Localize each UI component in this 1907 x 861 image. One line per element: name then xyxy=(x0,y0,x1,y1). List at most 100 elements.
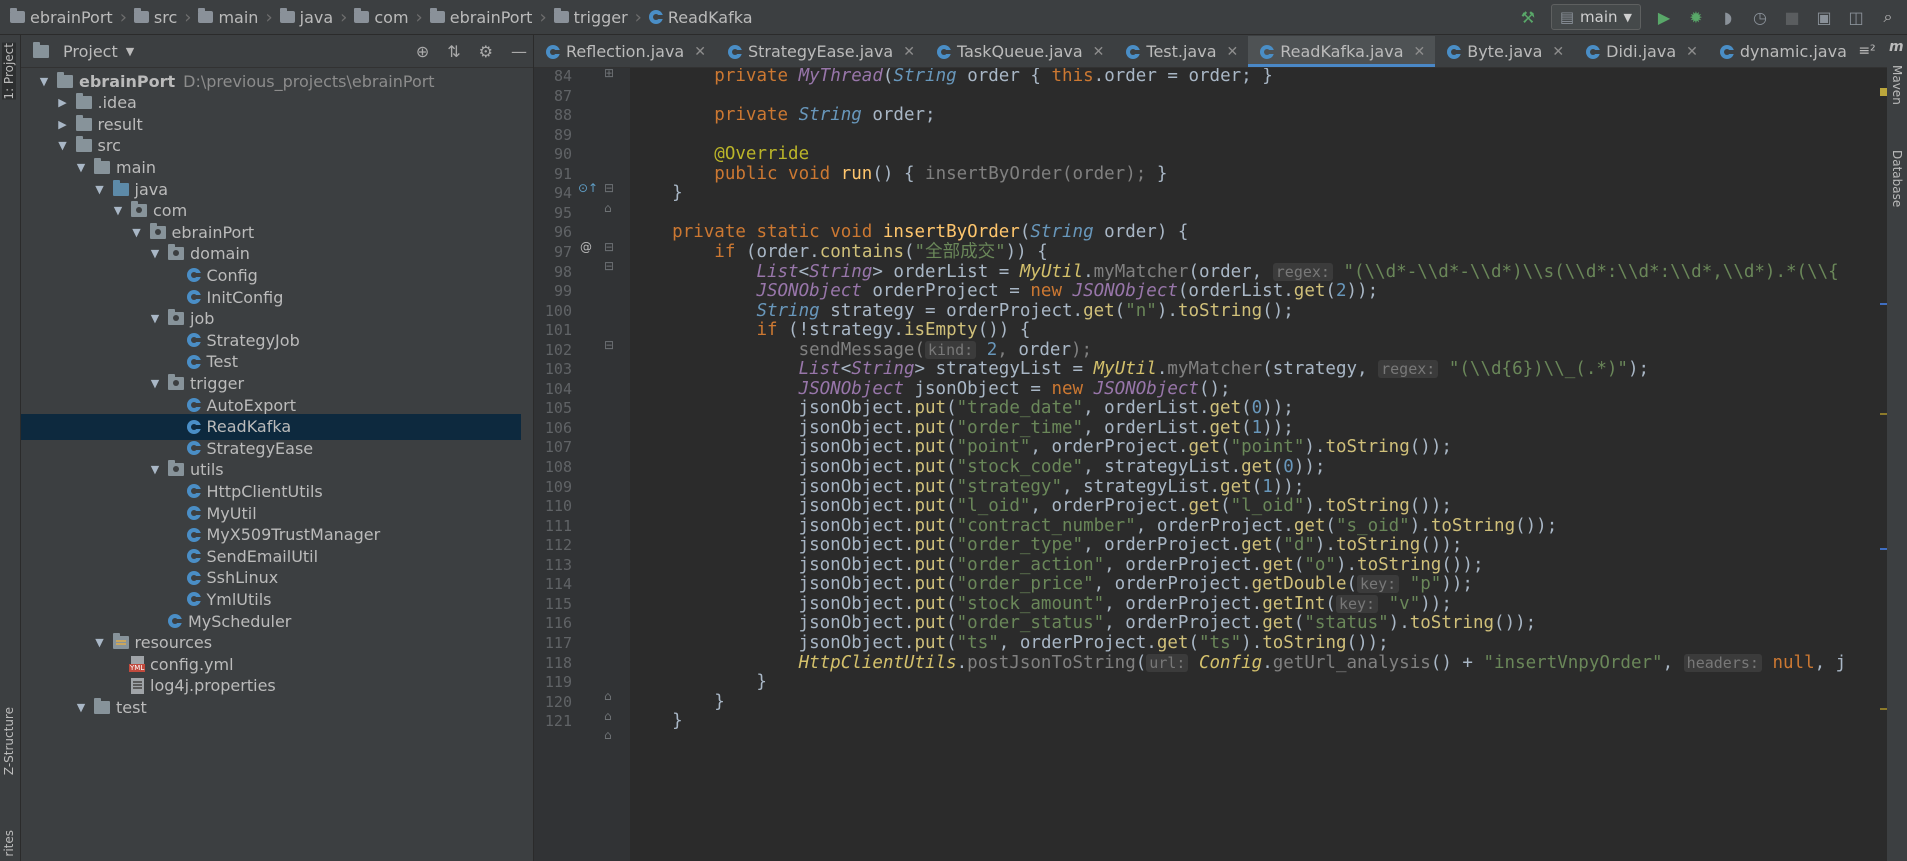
run-configuration-select[interactable]: ▤ main ▼ xyxy=(1550,4,1641,30)
code-token: order xyxy=(967,68,1020,86)
class-icon xyxy=(1719,44,1734,59)
code-token: "(\\d*-\\d*-\\d*)\\s(\\d*:\\d*:\\d*,\\d*… xyxy=(1332,261,1839,282)
run-config-icon: ▤ xyxy=(1559,8,1575,26)
maven-tool-button[interactable]: Maven xyxy=(1890,65,1904,105)
fold-icon[interactable]: ⊟ xyxy=(604,338,614,352)
fold-icon[interactable]: ⊟ xyxy=(604,240,614,254)
tree-item-label: .idea xyxy=(97,93,137,113)
breadcrumb-item[interactable]: src xyxy=(130,8,181,27)
expanded-arrow-icon[interactable]: ▼ xyxy=(93,636,107,649)
class-icon xyxy=(186,398,201,412)
close-icon[interactable]: ✕ xyxy=(1552,44,1564,60)
package-icon xyxy=(168,309,184,326)
expanded-arrow-icon[interactable]: ▼ xyxy=(74,161,88,174)
expanded-arrow-icon[interactable]: ▼ xyxy=(56,139,70,152)
expanded-arrow-icon[interactable]: ▼ xyxy=(148,312,162,325)
expanded-arrow-icon[interactable]: ▼ xyxy=(111,204,125,217)
build-hammer-icon[interactable]: ⚒ xyxy=(1519,8,1537,27)
class-icon xyxy=(186,484,201,499)
expanded-arrow-icon[interactable]: ▼ xyxy=(130,226,144,239)
tab-readkafka[interactable]: ReadKafka.java ✕ xyxy=(1248,36,1436,67)
tree-item[interactable]: ▼ test xyxy=(21,694,521,720)
locate-icon[interactable]: ⊕ xyxy=(416,42,429,61)
tab-test[interactable]: Test.java ✕ xyxy=(1114,36,1248,67)
tab-overflow-button[interactable]: ≡² xyxy=(1847,35,1887,66)
project-tool-button[interactable]: 1: Project xyxy=(2,43,16,100)
fold-icon[interactable]: ⊟ xyxy=(604,259,614,273)
recursion-marker-icon[interactable]: @ xyxy=(580,240,592,254)
tree-item-label: ReadKafka xyxy=(206,417,292,437)
code-view[interactable]: private MyThread(String order { this.ord… xyxy=(630,68,1880,861)
expanded-arrow-icon[interactable]: ▼ xyxy=(148,377,162,390)
search-icon[interactable]: ⌕ xyxy=(1879,7,1897,26)
breadcrumb-item[interactable]: java xyxy=(276,8,338,27)
breadcrumb-item[interactable]: ReadKafka xyxy=(645,8,757,27)
stop-icon[interactable]: ■ xyxy=(1783,8,1801,27)
class-icon xyxy=(186,506,201,520)
code-token: MyThread xyxy=(798,68,883,86)
tree-item-label: config.yml xyxy=(150,654,234,674)
layout-icon[interactable]: ◫ xyxy=(1847,8,1865,27)
close-icon[interactable]: ✕ xyxy=(1093,44,1105,60)
coverage-icon[interactable]: ◗ xyxy=(1719,8,1737,27)
code-token: .order = xyxy=(1093,68,1189,86)
expanded-arrow-icon[interactable]: ▼ xyxy=(148,463,162,476)
tab-taskqueue[interactable]: TaskQueue.java ✕ xyxy=(925,36,1114,67)
close-icon[interactable]: ✕ xyxy=(1227,44,1239,60)
class-icon xyxy=(186,549,201,564)
class-icon xyxy=(546,44,560,59)
expanded-arrow-icon[interactable]: ▼ xyxy=(74,701,88,714)
class-icon xyxy=(1586,44,1601,59)
code-token: ( xyxy=(1114,300,1126,321)
tab-didi[interactable]: Didi.java ✕ xyxy=(1574,36,1708,67)
collapsed-arrow-icon[interactable]: ▶ xyxy=(56,118,70,131)
tab-reflection[interactable]: Reflection.java ✕ xyxy=(534,36,716,67)
breadcrumb-item[interactable]: trigger xyxy=(550,8,632,27)
profile-icon[interactable]: ◷ xyxy=(1751,8,1769,27)
tab-label: Byte.java xyxy=(1467,42,1543,61)
tree-item-label: ebrainPort xyxy=(171,222,255,242)
code-token: , xyxy=(1662,652,1684,673)
code-token: () { xyxy=(872,163,926,184)
right-tool-strip: m Maven Database xyxy=(1886,35,1907,861)
stripe-mark xyxy=(1880,548,1887,550)
run-icon[interactable]: ▶ xyxy=(1655,8,1673,27)
breadcrumb-item[interactable]: com xyxy=(350,8,412,27)
debug-icon[interactable]: ✹ xyxy=(1687,8,1705,27)
structure-tool-button[interactable]: Z-Structure xyxy=(2,707,16,775)
breadcrumb-item[interactable]: ebrainPort xyxy=(426,8,537,27)
collapse-all-icon[interactable]: ⇅ xyxy=(447,42,460,61)
fold-icon[interactable]: ⊟ xyxy=(604,181,614,195)
override-marker-icon[interactable]: ⊙↑ xyxy=(578,181,598,195)
expanded-arrow-icon[interactable]: ▼ xyxy=(93,183,107,196)
tree-item-label: MyUtil xyxy=(206,503,257,523)
gear-icon[interactable]: ⚙ xyxy=(479,42,493,61)
fold-icon[interactable]: ⌂ xyxy=(604,201,612,215)
close-icon[interactable]: ✕ xyxy=(694,44,706,60)
favorites-tool-button[interactable]: rites xyxy=(2,830,16,857)
expanded-arrow-icon[interactable]: ▼ xyxy=(37,75,51,88)
close-icon[interactable]: ✕ xyxy=(1686,44,1698,60)
stripe-mark xyxy=(1880,708,1887,710)
project-view-selector[interactable]: Project ▼ xyxy=(33,41,134,61)
fold-icon[interactable]: ⌂ xyxy=(604,709,612,723)
code-token: "(\\d{6})\\_(.*)" xyxy=(1438,359,1628,380)
project-structure-icon[interactable]: ▣ xyxy=(1815,8,1833,27)
tab-byte[interactable]: Byte.java ✕ xyxy=(1435,36,1574,67)
tab-strategyease[interactable]: StrategyEase.java ✕ xyxy=(716,36,925,67)
tree-item-label: src xyxy=(97,136,121,156)
collapsed-arrow-icon[interactable]: ▶ xyxy=(56,96,70,109)
code-token: toString xyxy=(1409,613,1495,634)
breadcrumb-item[interactable]: main xyxy=(194,8,262,27)
expanded-arrow-icon[interactable]: ▼ xyxy=(148,247,162,260)
fold-icon[interactable]: ⌂ xyxy=(604,728,612,742)
code-token: order; xyxy=(872,105,936,126)
fold-icon[interactable]: ⌂ xyxy=(604,689,612,703)
close-icon[interactable]: ✕ xyxy=(903,44,915,60)
breadcrumb-item[interactable]: ebrainPort xyxy=(6,8,117,27)
fold-icon[interactable]: ⊞ xyxy=(604,66,614,80)
close-icon[interactable]: ✕ xyxy=(1414,44,1426,60)
code-token: private xyxy=(714,105,799,126)
hide-icon[interactable]: — xyxy=(511,42,527,61)
database-tool-button[interactable]: Database xyxy=(1890,150,1904,207)
